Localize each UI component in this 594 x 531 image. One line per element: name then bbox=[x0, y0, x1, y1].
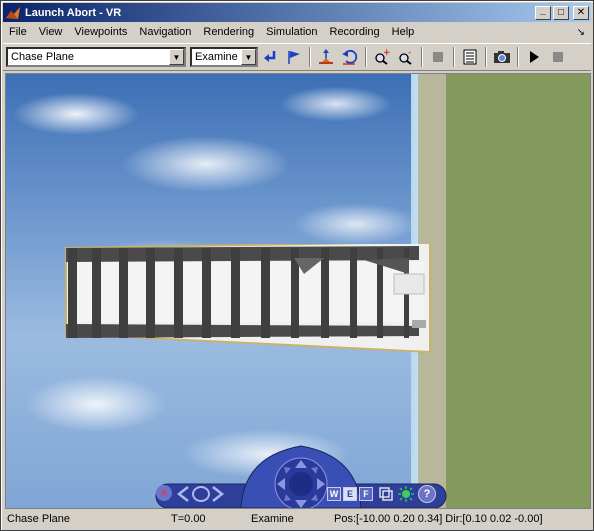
walk-mode-label: W bbox=[329, 489, 339, 499]
edit-world-button[interactable] bbox=[459, 46, 481, 68]
navigation-mode-select[interactable]: Examine ▼ bbox=[190, 47, 258, 67]
chevron-right-icon bbox=[212, 486, 225, 502]
stop-icon bbox=[553, 52, 563, 62]
zoom-in-icon: + bbox=[375, 49, 390, 65]
menu-viewpoints[interactable]: Viewpoints bbox=[68, 23, 133, 42]
wireframe-toggle-button[interactable] bbox=[378, 486, 394, 502]
maximize-icon: □ bbox=[557, 7, 565, 18]
flag-icon bbox=[288, 51, 300, 64]
menu-view[interactable]: View bbox=[33, 23, 69, 42]
undo-move-button[interactable] bbox=[339, 46, 361, 68]
menu-navigation[interactable]: Navigation bbox=[133, 23, 197, 42]
status-position-direction: Pos:[-10.00 0.20 0.34] Dir:[0.10 0.02 -0… bbox=[334, 513, 543, 525]
fly-mode-label: F bbox=[363, 489, 369, 499]
toolbar-separator bbox=[365, 47, 367, 67]
launch-tower-model bbox=[65, 244, 431, 354]
toolbar-separator bbox=[421, 47, 423, 67]
close-navpanel-button[interactable]: × bbox=[156, 485, 172, 501]
undo-rotate-icon bbox=[342, 49, 358, 65]
status-viewpoint: Chase Plane bbox=[7, 513, 70, 525]
start-simulation-button[interactable] bbox=[523, 46, 545, 68]
straighten-icon bbox=[319, 49, 333, 64]
help-icon: ? bbox=[423, 488, 431, 500]
menu-recording[interactable]: Recording bbox=[324, 23, 386, 42]
close-button[interactable]: ✕ bbox=[573, 5, 589, 20]
application-window: Launch Abort - VR _ □ ✕ File View Viewpo… bbox=[0, 0, 594, 531]
menu-bar: File View Viewpoints Navigation Renderin… bbox=[3, 23, 591, 42]
menu-simulation[interactable]: Simulation bbox=[260, 23, 323, 42]
window-title: Launch Abort - VR bbox=[25, 6, 122, 19]
examine-mode-label: E bbox=[346, 489, 353, 499]
ground-terrain bbox=[446, 74, 590, 508]
minimize-icon: _ bbox=[540, 5, 546, 16]
help-button[interactable]: ? bbox=[418, 485, 436, 503]
toolbar-separator bbox=[485, 47, 487, 67]
viewpoint-select-value: Chase Plane bbox=[11, 51, 74, 63]
fly-mode-button[interactable]: F bbox=[359, 487, 373, 501]
capture-frame-button[interactable] bbox=[491, 46, 513, 68]
close-icon: ✕ bbox=[576, 7, 586, 18]
close-icon: × bbox=[161, 487, 167, 499]
toolbar-separator bbox=[309, 47, 311, 67]
previous-viewpoint-button[interactable] bbox=[176, 485, 190, 503]
headlight-toggle-button[interactable] bbox=[398, 486, 414, 502]
status-navigation-mode: Examine bbox=[251, 513, 294, 525]
toolbar-separator bbox=[453, 47, 455, 67]
status-time: T=0.00 bbox=[171, 513, 206, 525]
stop-square-disabled-icon bbox=[433, 52, 443, 62]
title-bar[interactable]: Launch Abort - VR _ □ ✕ bbox=[3, 3, 591, 22]
matlab-logo-icon bbox=[6, 6, 20, 19]
zoom-in-button[interactable]: + bbox=[371, 46, 393, 68]
zoom-out-button[interactable]: - bbox=[395, 46, 417, 68]
layers-icon bbox=[379, 487, 393, 501]
minimize-button[interactable]: _ bbox=[535, 5, 551, 20]
go-to-default-viewpoint-button[interactable] bbox=[283, 46, 305, 68]
walk-mode-button[interactable]: W bbox=[327, 487, 341, 501]
maximize-button[interactable]: □ bbox=[553, 5, 569, 20]
return-arrow-icon bbox=[264, 51, 276, 62]
chevron-left-icon bbox=[176, 486, 189, 502]
return-to-viewpoint-button[interactable] bbox=[259, 46, 281, 68]
next-viewpoint-button[interactable] bbox=[211, 485, 225, 503]
headlight-icon bbox=[398, 486, 414, 502]
status-bar: Chase Plane T=0.00 Examine Pos:[-10.00 0… bbox=[3, 511, 591, 529]
svg-text:-: - bbox=[408, 49, 411, 58]
straighten-up-button[interactable] bbox=[315, 46, 337, 68]
menu-file[interactable]: File bbox=[3, 23, 33, 42]
menu-help[interactable]: Help bbox=[386, 23, 421, 42]
toolbar: Chase Plane ▼ Examine ▼ + - bbox=[3, 43, 591, 71]
viewpoint-select[interactable]: Chase Plane ▼ bbox=[6, 47, 186, 67]
block-parameters-button[interactable] bbox=[427, 46, 449, 68]
camera-icon bbox=[494, 51, 510, 63]
viewpoint-cycle-button[interactable] bbox=[192, 486, 210, 502]
navigation-mode-select-value: Examine bbox=[195, 51, 238, 63]
document-list-icon bbox=[463, 49, 477, 65]
vr-scene-viewport[interactable]: × W E F ? bbox=[5, 73, 591, 509]
toolbar-separator bbox=[517, 47, 519, 67]
play-icon bbox=[530, 51, 539, 63]
menu-rendering[interactable]: Rendering bbox=[197, 23, 260, 42]
svg-text:+: + bbox=[383, 49, 390, 58]
examine-mode-button[interactable]: E bbox=[343, 487, 357, 501]
undock-arrow-icon[interactable]: ↘ bbox=[577, 27, 585, 38]
chevron-down-icon[interactable]: ▼ bbox=[169, 49, 184, 65]
chevron-down-icon[interactable]: ▼ bbox=[241, 49, 256, 65]
zoom-out-icon: - bbox=[399, 49, 412, 65]
stop-simulation-button[interactable] bbox=[547, 46, 569, 68]
